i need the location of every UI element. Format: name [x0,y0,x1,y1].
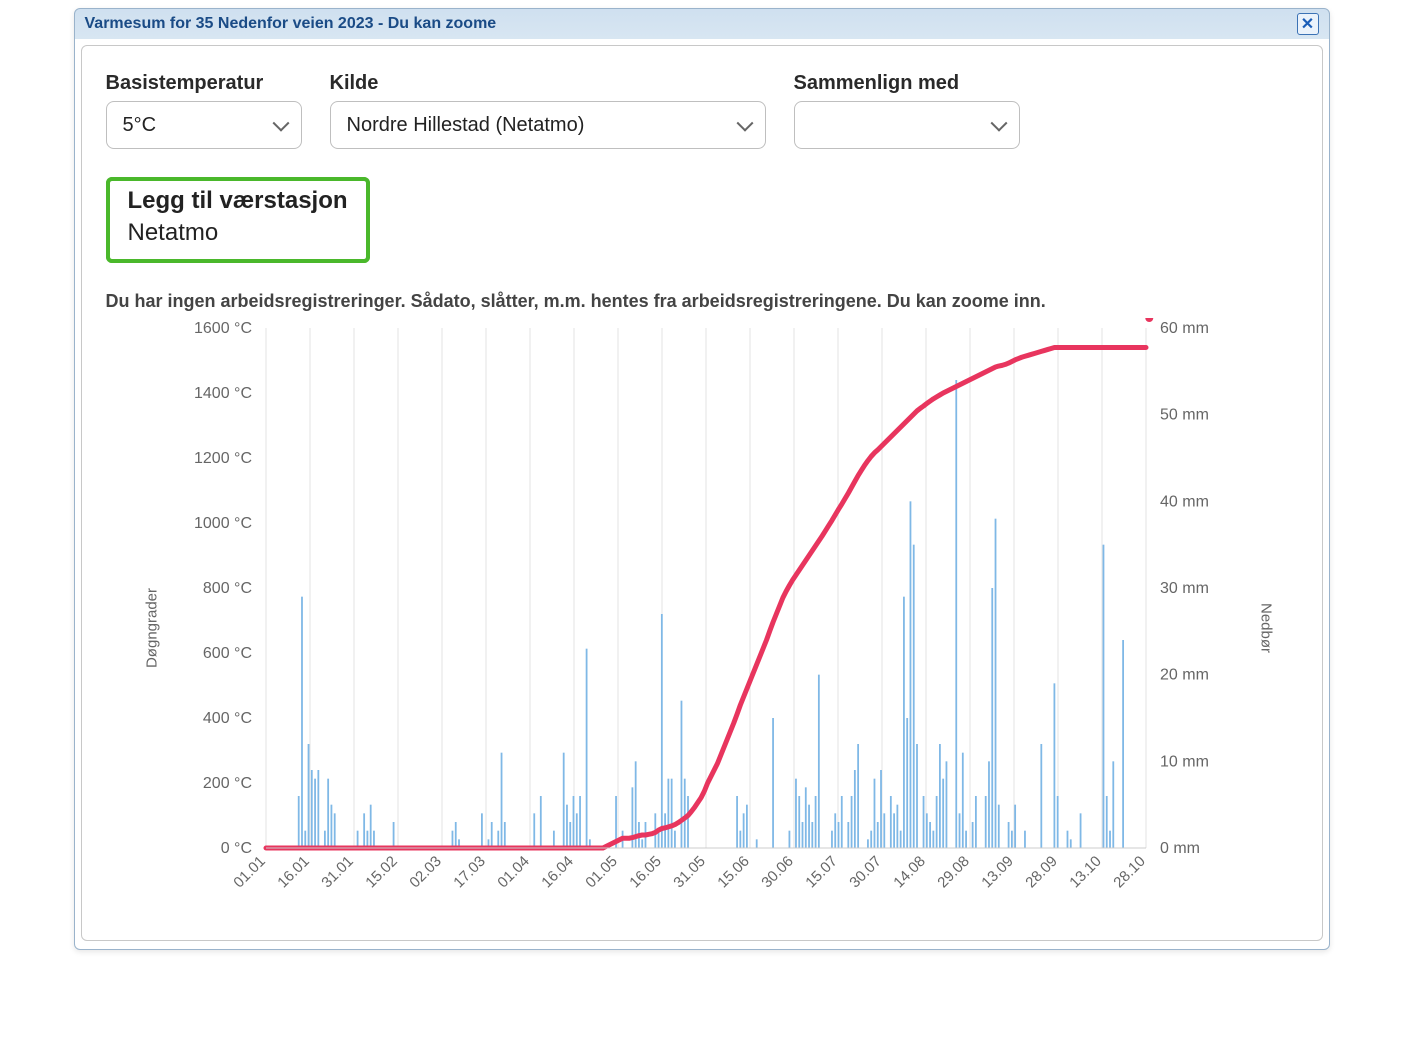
svg-text:1000 °C: 1000 °C [194,515,252,532]
svg-text:14.08: 14.08 [890,853,929,892]
svg-text:10 mm: 10 mm [1160,753,1209,770]
svg-text:02.03: 02.03 [406,853,445,892]
svg-text:13.10: 13.10 [1066,853,1105,892]
svg-text:28.10: 28.10 [1110,853,1149,892]
control-kilde: Kilde Nordre Hillestad (Netatmo) [330,72,766,149]
close-button[interactable]: ✕ [1297,13,1319,35]
svg-text:800 °C: 800 °C [202,580,251,597]
label-kilde: Kilde [330,72,766,95]
svg-text:28.09: 28.09 [1022,853,1061,892]
svg-text:01.05: 01.05 [582,853,621,892]
svg-text:01.01: 01.01 [230,853,269,892]
svg-text:1400 °C: 1400 °C [194,385,252,402]
select-basistemp[interactable]: 5°C [106,101,302,149]
dialog-body: Basistemperatur 5°C Kilde Nordre Hillest… [81,45,1323,941]
svg-text:60 mm: 60 mm [1160,320,1209,337]
chart-subtitle: Du har ingen arbeidsregistreringer. Såda… [106,291,1298,312]
svg-text:01.04: 01.04 [494,853,533,892]
svg-text:30 mm: 30 mm [1160,580,1209,597]
label-compare: Sammenlign med [794,72,1020,95]
select-compare[interactable] [794,101,1020,149]
select-kilde-value: Nordre Hillestad (Netatmo) [347,114,585,137]
titlebar: Varmesum for 35 Nedenfor veien 2023 - Du… [75,9,1329,39]
dialog-window: Varmesum for 35 Nedenfor veien 2023 - Du… [74,8,1330,950]
y-axis-left-label: Døgngrader [143,588,160,668]
control-compare: Sammenlign med [794,72,1020,149]
svg-text:0 mm: 0 mm [1160,840,1200,857]
svg-text:30.07: 30.07 [846,853,885,892]
svg-text:400 °C: 400 °C [202,710,251,727]
svg-text:15.07: 15.07 [802,853,841,892]
control-basistemp: Basistemperatur 5°C [106,72,302,149]
chart-svg: 0 °C 200 °C 400 °C 600 °C 800 °C 1000 °C 1200 … [106,318,1256,938]
svg-text:20 mm: 20 mm [1160,667,1209,684]
svg-text:31.01: 31.01 [318,853,357,892]
y-axis-right-label: Nedbør [1258,603,1275,653]
svg-text:17.03: 17.03 [450,853,489,892]
chart-area[interactable]: Døgngrader Nedbør 0 °C 200 °C 400 °C 600 °C… [106,318,1298,938]
close-icon: ✕ [1301,14,1314,34]
svg-text:200 °C: 200 °C [202,775,251,792]
svg-text:600 °C: 600 °C [202,645,251,662]
svg-text:50 mm: 50 mm [1160,407,1209,424]
label-basistemp: Basistemperatur [106,72,302,95]
controls-row: Basistemperatur 5°C Kilde Nordre Hillest… [106,72,1298,263]
svg-text:0 °C: 0 °C [220,840,251,857]
add-station-box: Legg til værstasjon Netatmo [106,177,370,263]
svg-text:1600 °C: 1600 °C [194,320,252,337]
svg-text:29.08: 29.08 [934,853,973,892]
dialog-title: Varmesum for 35 Nedenfor veien 2023 - Du… [85,15,497,33]
svg-text:40 mm: 40 mm [1160,493,1209,510]
svg-text:13.09: 13.09 [978,853,1017,892]
svg-text:1200 °C: 1200 °C [194,450,252,467]
svg-text:16.04: 16.04 [538,853,577,892]
svg-text:30.06: 30.06 [758,853,797,892]
svg-text:15.02: 15.02 [362,853,401,892]
svg-text:31.05: 31.05 [670,853,709,892]
label-add-station: Legg til værstasjon [128,187,348,215]
add-station-link[interactable]: Netatmo [128,219,348,247]
svg-text:16.01: 16.01 [274,853,313,892]
select-kilde[interactable]: Nordre Hillestad (Netatmo) [330,101,766,149]
svg-text:15.06: 15.06 [714,853,753,892]
select-basistemp-value: 5°C [123,114,157,137]
svg-text:16.05: 16.05 [626,853,665,892]
